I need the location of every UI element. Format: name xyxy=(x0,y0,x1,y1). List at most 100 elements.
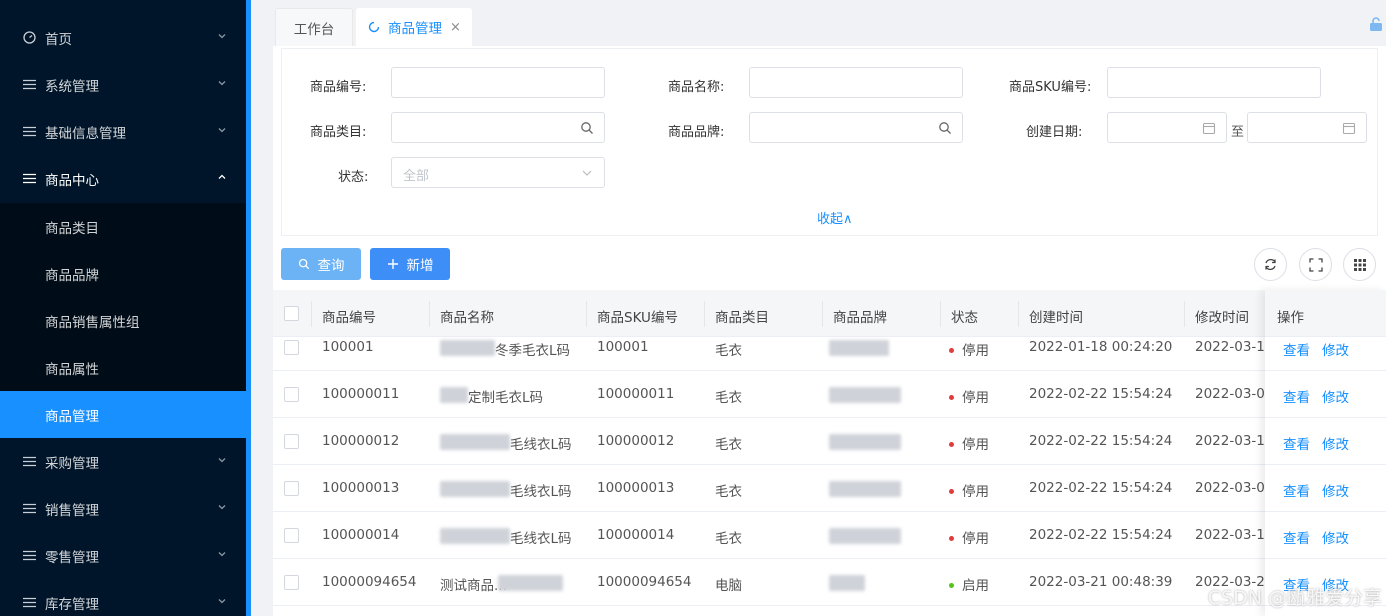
watermark: CSDN @瓯雅爱分享 xyxy=(1207,587,1382,609)
product-name-input[interactable] xyxy=(749,67,963,98)
column-settings-button[interactable] xyxy=(1343,248,1376,281)
product-code-input[interactable] xyxy=(391,67,605,98)
view-link[interactable]: 查看 xyxy=(1283,527,1310,547)
header-status[interactable]: 状态 xyxy=(951,306,978,326)
table-row: 100001 冬季毛衣L码 100001 毛衣 停用 2022-01-18 00… xyxy=(273,337,1386,371)
cell-sku: 100000013 xyxy=(597,480,675,496)
edit-link[interactable]: 修改 xyxy=(1322,339,1349,359)
menu-item-inventory[interactable]: 库存管理 xyxy=(0,579,246,616)
header-created[interactable]: 创建时间 xyxy=(1029,306,1083,326)
cell-sku: 100000011 xyxy=(597,386,675,402)
submenu-item-attribute[interactable]: 商品属性 xyxy=(0,344,246,391)
cell-created: 2022-02-22 15:54:24 xyxy=(1029,433,1173,449)
tab-bar: 工作台 商品管理 × xyxy=(251,0,1386,46)
refresh-button[interactable] xyxy=(1254,248,1287,281)
column-divider xyxy=(311,301,312,327)
created-date-start-input[interactable] xyxy=(1107,112,1227,143)
status-text: 启用 xyxy=(962,578,989,594)
menu-item-basic-info[interactable]: 基础信息管理 xyxy=(0,108,246,155)
sidebar-resize-edge[interactable] xyxy=(246,0,251,616)
menu-item-retail[interactable]: 零售管理 xyxy=(0,532,246,579)
product-brand-select[interactable] xyxy=(749,112,963,143)
status-dot xyxy=(949,583,954,588)
cell-name: 毛线衣L码 xyxy=(510,484,572,500)
refresh-icon xyxy=(1265,258,1276,271)
product-table: 商品编号 商品名称 商品SKU编号 商品类目 商品品牌 状态 创建时间 修改时间… xyxy=(273,290,1386,616)
menu-item-system[interactable]: 系统管理 xyxy=(0,61,246,108)
status-dot xyxy=(949,442,954,447)
cell-code: 100000013 xyxy=(322,480,400,496)
cell-modified: 2022-03-0 xyxy=(1195,480,1265,496)
list-icon xyxy=(22,596,36,610)
redacted-brand xyxy=(829,434,901,450)
product-sku-input[interactable] xyxy=(1107,67,1321,98)
product-category-select[interactable] xyxy=(391,112,605,143)
menu-item-purchase[interactable]: 采购管理 xyxy=(0,438,246,485)
redacted-brand xyxy=(829,528,901,544)
tab-product-management[interactable]: 商品管理 × xyxy=(356,8,472,46)
chevron-down-icon xyxy=(218,552,226,557)
submenu-label: 商品类目 xyxy=(45,220,99,237)
submenu-item-category[interactable]: 商品类目 xyxy=(0,203,246,250)
menu-label: 销售管理 xyxy=(45,502,99,519)
row-checkbox[interactable] xyxy=(284,340,299,355)
redacted-brand xyxy=(829,340,889,356)
cell-created: 2022-03-21 00:48:39 xyxy=(1029,574,1173,590)
edit-link[interactable]: 修改 xyxy=(1322,386,1349,406)
operations-header: 操作 xyxy=(1265,290,1386,337)
menu-item-sales[interactable]: 销售管理 xyxy=(0,485,246,532)
row-checkbox[interactable] xyxy=(284,434,299,449)
edit-link[interactable]: 修改 xyxy=(1322,480,1349,500)
column-divider xyxy=(822,301,823,327)
operations-cell: 查看 修改 xyxy=(1265,418,1386,465)
cell-status: 停用 xyxy=(949,386,989,406)
menu-item-home[interactable]: 首页 xyxy=(0,14,246,61)
add-button[interactable]: 新增 xyxy=(370,248,450,280)
cell-sku: 100000014 xyxy=(597,527,675,543)
view-link[interactable]: 查看 xyxy=(1283,386,1310,406)
cell-code: 100000011 xyxy=(322,386,400,402)
operations-cell: 查看 修改 xyxy=(1265,465,1386,512)
header-brand[interactable]: 商品品牌 xyxy=(833,306,887,326)
submenu-item-sale-attr-group[interactable]: 商品销售属性组 xyxy=(0,297,246,344)
submenu-item-product-management[interactable]: 商品管理 xyxy=(0,391,246,438)
fullscreen-button[interactable] xyxy=(1299,248,1332,281)
header-category[interactable]: 商品类目 xyxy=(715,306,769,326)
status-select-value: 全部 xyxy=(403,169,430,184)
submenu-label: 商品管理 xyxy=(45,408,99,425)
menu-label: 商品中心 xyxy=(45,172,99,189)
query-label: 查询 xyxy=(317,258,345,274)
list-icon xyxy=(22,125,36,139)
fullscreen-icon xyxy=(1308,257,1323,272)
edit-link[interactable]: 修改 xyxy=(1322,433,1349,453)
row-checkbox[interactable] xyxy=(284,575,299,590)
view-link[interactable]: 查看 xyxy=(1283,480,1310,500)
row-checkbox[interactable] xyxy=(284,481,299,496)
menu-label: 采购管理 xyxy=(45,455,99,472)
tab-workbench[interactable]: 工作台 xyxy=(275,8,353,46)
status-select[interactable]: 全部 xyxy=(391,157,605,188)
view-link[interactable]: 查看 xyxy=(1283,339,1310,359)
row-checkbox[interactable] xyxy=(284,528,299,543)
select-all-checkbox[interactable] xyxy=(284,306,299,321)
edit-link[interactable]: 修改 xyxy=(1322,527,1349,547)
menu-item-product-center[interactable]: 商品中心 xyxy=(0,155,246,202)
chevron-down-icon xyxy=(218,458,226,463)
cell-sku: 100000012 xyxy=(597,433,675,449)
close-icon[interactable]: × xyxy=(450,20,461,35)
submenu-item-brand[interactable]: 商品品牌 xyxy=(0,250,246,297)
header-sku[interactable]: 商品SKU编号 xyxy=(597,306,678,326)
cell-modified: 2022-03-1 xyxy=(1195,527,1265,543)
header-name[interactable]: 商品名称 xyxy=(440,306,494,326)
add-label: 新增 xyxy=(406,258,434,274)
collapse-link[interactable]: 收起∧ xyxy=(817,208,853,227)
header-code[interactable]: 商品编号 xyxy=(322,306,376,326)
created-date-end-input[interactable] xyxy=(1247,112,1367,143)
view-link[interactable]: 查看 xyxy=(1283,433,1310,453)
header-modified[interactable]: 修改时间 xyxy=(1195,306,1249,326)
row-checkbox[interactable] xyxy=(284,387,299,402)
cell-created: 2022-02-22 15:54:24 xyxy=(1029,386,1173,402)
cell-status: 停用 xyxy=(949,480,989,500)
lock-icon[interactable] xyxy=(1368,16,1384,32)
query-button[interactable]: 查询 xyxy=(281,248,361,280)
